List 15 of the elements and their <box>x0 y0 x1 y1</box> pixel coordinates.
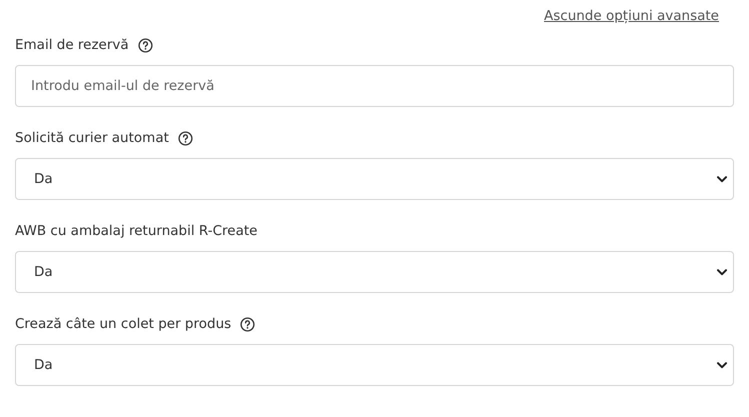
select-field[interactable]: Da <box>15 344 734 386</box>
select-field[interactable]: Da <box>15 251 734 293</box>
chevron-down-icon <box>717 268 727 276</box>
help-icon[interactable] <box>240 316 256 332</box>
field-label: AWB cu ambalaj returnabil R-Create <box>15 223 258 239</box>
select-field[interactable]: Da <box>15 158 734 200</box>
chevron-down-icon <box>717 176 727 182</box>
help-icon[interactable] <box>178 130 193 146</box>
chevron-down-icon <box>717 362 727 368</box>
field-label: Email de rezervă <box>15 37 129 53</box>
field-label: Crează câte un colet per produs <box>15 316 232 332</box>
help-icon[interactable] <box>138 38 153 52</box>
hide-advanced-link[interactable]: Ascunde opțiuni avansate <box>544 8 719 24</box>
email-field[interactable]: Introdu email-ul de rezervă <box>15 65 734 107</box>
field-label: Solicită curier automat <box>15 130 169 146</box>
